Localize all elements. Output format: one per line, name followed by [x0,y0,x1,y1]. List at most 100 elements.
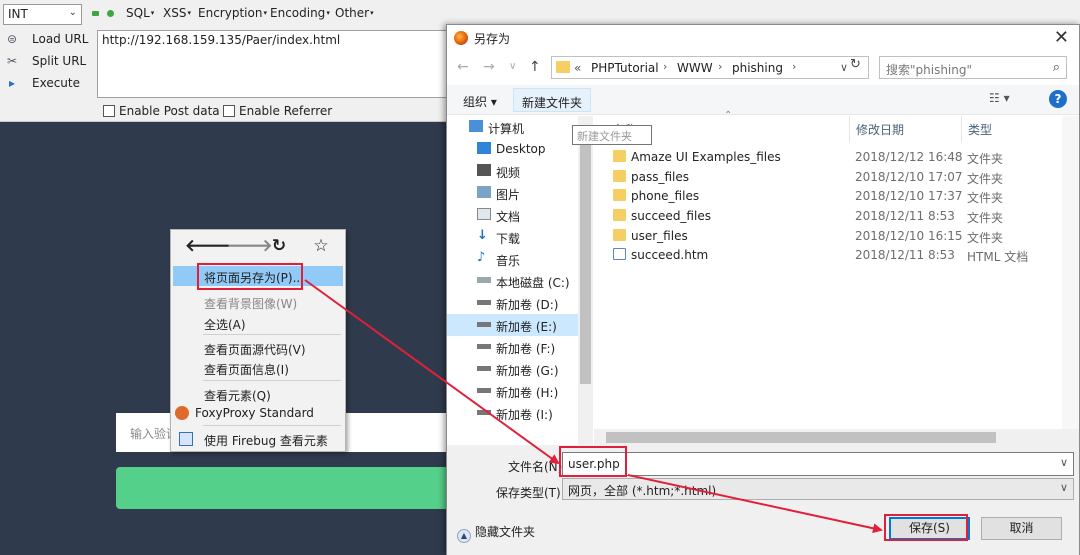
drive-icon [477,300,491,305]
breadcrumb-separator-icon: › [663,60,668,73]
view-options-icon[interactable]: ☷ ▾ [989,91,1010,105]
nav-item-drive-g[interactable]: 新加卷 (G:) [447,358,591,380]
nav-item-pictures[interactable]: 图片 [447,182,591,204]
chevron-down-icon[interactable]: ∨ [840,61,848,74]
split-url-button[interactable]: ✂ Split URL [2,52,96,72]
nav-item-computer[interactable]: 计算机 [447,116,591,138]
tooltip-text: 新建文件夹 [577,130,632,143]
nav-item-drive-e[interactable]: 新加卷 (E:) [447,314,591,336]
breadcrumb-phptutorial[interactable]: PHPTutorial [591,61,659,75]
nav-item-drive-i[interactable]: 新加卷 (I:) [447,402,591,424]
menu-item-view-source[interactable]: 查看页面源代码(V) [173,338,343,358]
breadcrumb-phishing[interactable]: phishing [732,61,783,75]
new-folder-button[interactable]: 新建文件夹 [513,88,592,112]
file-row[interactable]: succeed.htm 2018/12/11 8:53 HTML 文档 [594,245,1064,265]
forward-arrow-icon[interactable]: → [483,59,495,75]
search-placeholder: 搜索"phishing" [886,63,973,77]
drive-icon [477,388,491,393]
mode-select[interactable]: INT ⌄ [3,4,82,25]
breadcrumb-overflow[interactable]: « [574,61,581,75]
enable-referrer-checkbox[interactable]: Enable Referrer [223,104,332,118]
back-arrow-icon[interactable]: ← [457,59,469,75]
organize-button[interactable]: 组织 ▾ [455,88,505,112]
bookmark-star-icon[interactable]: ☆ [311,236,331,256]
menu-item-label: FoxyProxy Standard [195,406,314,420]
foxyproxy-icon [175,406,189,420]
submit-button[interactable] [116,467,456,509]
url-textarea[interactable]: http://192.168.159.135/Paer/index.html [97,30,462,98]
filename-input[interactable]: user.php ∨ [562,452,1074,476]
file-list: 名称 ⌃ 修改日期 类型 Amaze UI Examples_files2018… [594,110,1079,461]
menu-item-view-background[interactable]: 查看背景图像(W) [173,292,343,312]
search-input[interactable]: 搜索"phishing" ⌕ [879,56,1067,79]
nav-item-videos[interactable]: 视频 [447,160,591,182]
increase-icon[interactable] [107,10,114,17]
chevron-down-icon[interactable]: ∨ [1060,456,1068,469]
scrollbar-thumb[interactable] [606,432,996,443]
file-list-scrollbar[interactable] [1062,116,1079,429]
close-icon[interactable]: ✕ [1054,27,1069,48]
nav-item-drive-d[interactable]: 新加卷 (D:) [447,292,591,314]
nav-label: 新加卷 (E:) [496,320,557,334]
menu-encryption[interactable]: Encryption▾ [198,6,267,22]
menu-separator [203,425,341,426]
file-row[interactable]: user_files 2018/12/10 16:15 文件夹 [594,226,1064,246]
music-icon: ♪ [477,250,486,265]
menu-xss-label: XSS [163,6,187,20]
forward-arrow-icon[interactable]: 🡒 [227,236,273,256]
help-icon[interactable]: ? [1049,90,1067,108]
menu-item-page-info[interactable]: 查看页面信息(I) [173,358,343,378]
scrollbar-thumb[interactable] [580,144,591,384]
desktop-icon [477,142,491,154]
file-date: 2018/12/10 16:15 [855,229,963,243]
load-url-button[interactable]: ⊜ Load URL [2,30,96,50]
nav-item-music[interactable]: ♪ 音乐 [447,248,591,270]
menu-encoding[interactable]: Encoding▾ [270,6,330,22]
refresh-icon[interactable]: ↻ [850,57,861,72]
execute-button[interactable]: ▸ Execute [2,74,96,94]
cancel-button[interactable]: 取消 [981,517,1062,540]
column-header-date[interactable]: 修改日期 [856,121,904,138]
file-row[interactable]: succeed_files 2018/12/11 8:53 文件夹 [594,206,1064,226]
file-row[interactable]: pass_files 2018/12/10 17:07 文件夹 [594,167,1064,187]
file-row[interactable]: phone_files 2018/12/10 17:37 文件夹 [594,186,1064,206]
nav-label: 文档 [496,210,521,224]
checkbox-box [103,105,115,117]
recent-chevron-icon[interactable]: ∨ [509,61,516,72]
menu-item-foxyproxy[interactable]: FoxyProxy Standard [173,403,343,423]
chevron-down-icon: ∨ [1059,481,1068,494]
filetype-label: 保存类型(T): [496,486,565,500]
enable-post-data-checkbox[interactable]: Enable Post data [103,104,220,118]
file-row[interactable]: Amaze UI Examples_files 2018/12/12 16:48 文… [594,147,1064,167]
menu-other[interactable]: Other▾ [335,6,374,22]
menu-item-firebug[interactable]: 使用 Firebug 查看元素 [173,429,343,449]
up-arrow-icon[interactable]: ↑ [529,59,541,75]
horizontal-scrollbar[interactable] [594,429,1079,446]
hide-folders-button[interactable]: ▲ 隐藏文件夹 [457,523,535,543]
menu-item-select-all[interactable]: 全选(A) [173,313,343,333]
file-date: 2018/12/12 16:48 [855,150,963,164]
nav-item-desktop[interactable]: Desktop [447,138,591,160]
menu-xss[interactable]: XSS▾ [163,6,191,22]
menu-item-inspect[interactable]: 查看元素(Q) [173,384,343,404]
nav-item-drive-c[interactable]: 本地磁盘 (C:) [447,270,591,292]
filetype-select[interactable]: 网页，全部 (*.htm;*.html) ∨ [562,478,1074,500]
nav-item-downloads[interactable]: ↓ 下载 [447,226,591,248]
file-name: Amaze UI Examples_files [631,150,781,164]
column-header-type[interactable]: 类型 [968,121,992,138]
nav-item-drive-f[interactable]: 新加卷 (F:) [447,336,591,358]
file-type: 文件夹 [967,172,1004,186]
decrease-icon[interactable] [92,11,99,16]
menu-sql[interactable]: SQL▾ [126,6,154,22]
nav-scrollbar[interactable] [578,116,593,461]
nav-item-drive-h[interactable]: 新加卷 (H:) [447,380,591,402]
filetype-value: 网页，全部 (*.htm;*.html) [568,484,717,498]
nav-label: 下载 [496,232,521,246]
reload-icon[interactable]: ↻ [269,236,289,256]
address-bar[interactable]: « PHPTutorial › WWW › phishing › ∨ [551,56,869,79]
nav-label: 音乐 [496,254,521,268]
file-date: 2018/12/10 17:07 [855,170,963,184]
back-arrow-icon[interactable]: 🡐 [185,236,231,256]
nav-item-documents[interactable]: 文档 [447,204,591,226]
breadcrumb-www[interactable]: WWW [677,61,713,75]
